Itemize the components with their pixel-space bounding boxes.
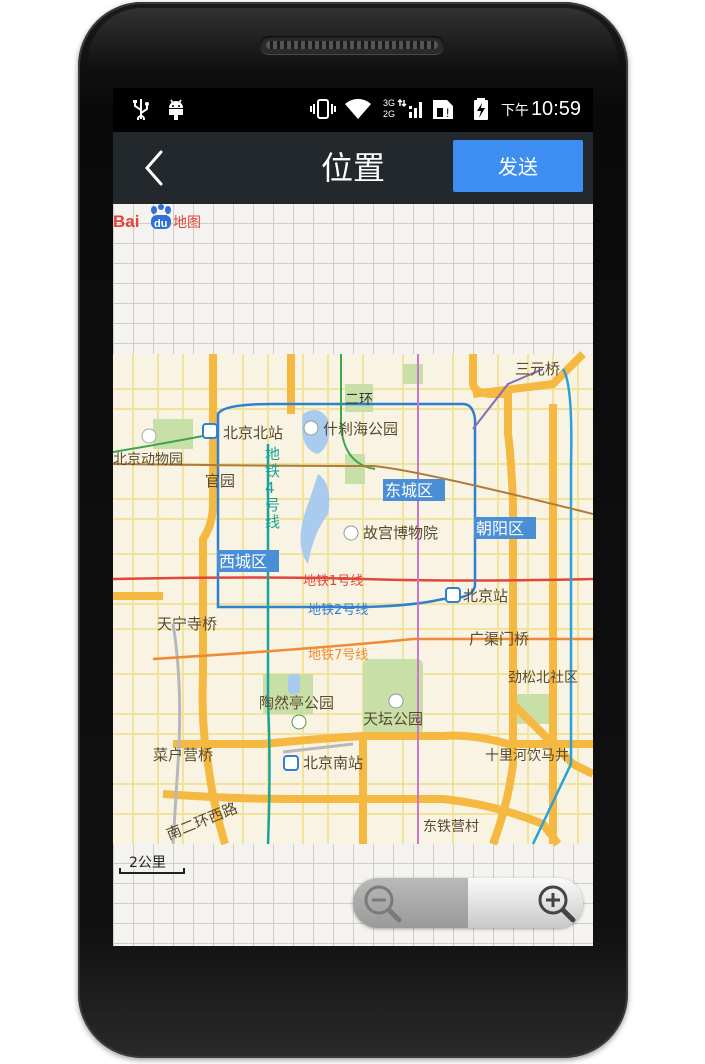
signal-3g-2g-icon — [397, 98, 422, 118]
label-tianningsi-bridge: 天宁寺桥 — [157, 615, 217, 633]
zoom-out-button[interactable] — [353, 878, 468, 928]
label-xicheng: 西城区 — [219, 552, 267, 571]
label-taoranting-park: 陶然亭公园 — [259, 694, 334, 712]
baidu-logo-bai: Bai — [113, 212, 139, 231]
usb-icon — [133, 99, 149, 120]
time-period: 下午 — [500, 102, 529, 118]
label-guangqumen-bridge: 广渠门桥 — [469, 630, 529, 648]
label-shilihe: 十里河饮马井 — [485, 748, 569, 764]
label-beijing-zoo: 北京动物园 — [113, 452, 183, 468]
label-dongtieyingcun: 东铁营村 — [423, 819, 479, 835]
label-jinsong-north: 劲松北社区 — [508, 670, 578, 686]
park-marker-icon[interactable] — [303, 420, 319, 436]
network-2g-label: 2G — [383, 109, 396, 119]
label-palace-museum: 故宫博物院 — [363, 524, 438, 542]
scale-bar — [119, 868, 185, 874]
beijing-station-icon[interactable] — [445, 587, 461, 603]
zoom-in-icon — [538, 885, 576, 923]
label-subway-2: 地铁2号线 — [308, 603, 368, 618]
label-subway-1: 地铁1号线 — [303, 574, 363, 589]
label-caihuying-bridge: 菜户营桥 — [153, 746, 213, 764]
subway4-glyph: 地 — [265, 445, 280, 463]
temple-heaven-marker-icon[interactable] — [388, 693, 404, 709]
label-subway-7: 地铁7号线 — [308, 648, 368, 663]
label-sanyuanqiao: 三元桥 — [515, 360, 560, 378]
label-dongcheng: 东城区 — [385, 481, 433, 500]
svg-text:!: ! — [446, 106, 449, 120]
label-beijing-station: 北京站 — [463, 587, 508, 605]
museum-marker-icon[interactable] — [343, 525, 359, 541]
taoranting-marker-icon[interactable] — [291, 714, 307, 730]
baidu-logo-map-text: 地图 — [173, 215, 201, 231]
status-bar: 3G 2G ! 下午 10:59 — [113, 88, 593, 132]
subway4-glyph: 号 — [265, 496, 280, 514]
wifi-icon — [345, 98, 371, 119]
baidu-paw-icon: du — [151, 204, 171, 230]
zoom-control — [353, 878, 583, 928]
network-type-label: 3G 2G — [383, 98, 397, 120]
zoom-in-button[interactable] — [468, 878, 583, 928]
label-erhuan: 二环 — [345, 392, 373, 408]
map-view[interactable]: 三元桥 二环 北京北站 什刹海公园 北京动物园 官园 东城区 故宫博物院 朝阳区… — [113, 204, 593, 946]
title-bar: 位置 发送 — [113, 132, 593, 204]
label-guanyuan: 官园 — [205, 472, 235, 490]
label-temple-of-heaven: 天坛公园 — [363, 710, 423, 728]
baidu-logo-text: Bai — [113, 212, 139, 231]
train-station-icon[interactable] — [202, 423, 218, 439]
status-time: 下午 10:59 — [501, 96, 581, 123]
battery-charging-icon — [474, 98, 488, 120]
map-canvas[interactable]: 三元桥 二环 北京北站 什刹海公园 北京动物园 官园 东城区 故宫博物院 朝阳区… — [113, 204, 593, 946]
baidu-logo-du: du — [154, 218, 167, 230]
subway4-glyph: 4 — [265, 479, 275, 497]
network-3g-label: 3G — [383, 98, 396, 108]
zoom-out-icon — [364, 885, 402, 923]
label-beijing-north-station: 北京北站 — [223, 424, 283, 442]
map-scale: 2公里 — [119, 852, 185, 876]
speaker-grille — [266, 41, 438, 49]
label-beijing-south-station: 北京南站 — [303, 754, 363, 772]
subway4-glyph: 线 — [265, 513, 280, 531]
zoo-marker-icon[interactable] — [141, 428, 157, 444]
label-chaoyang: 朝阳区 — [476, 519, 524, 538]
phone-screen: 3G 2G ! 下午 10:59 位置 发送 三元桥 二环 北京北站 什刹海公园… — [113, 88, 593, 946]
vibrate-icon — [310, 99, 336, 119]
phone-speaker — [260, 36, 444, 54]
sim-icon: ! — [433, 100, 453, 120]
label-shichahai-park: 什刹海公园 — [323, 420, 398, 438]
beijing-south-station-icon[interactable] — [283, 755, 299, 771]
time-value: 10:59 — [530, 98, 581, 120]
subway4-glyph: 铁 — [265, 462, 280, 480]
send-button[interactable]: 发送 — [453, 140, 583, 192]
baidu-map-logo: du Bai 地图 — [113, 204, 201, 231]
android-debug-icon — [169, 99, 183, 120]
